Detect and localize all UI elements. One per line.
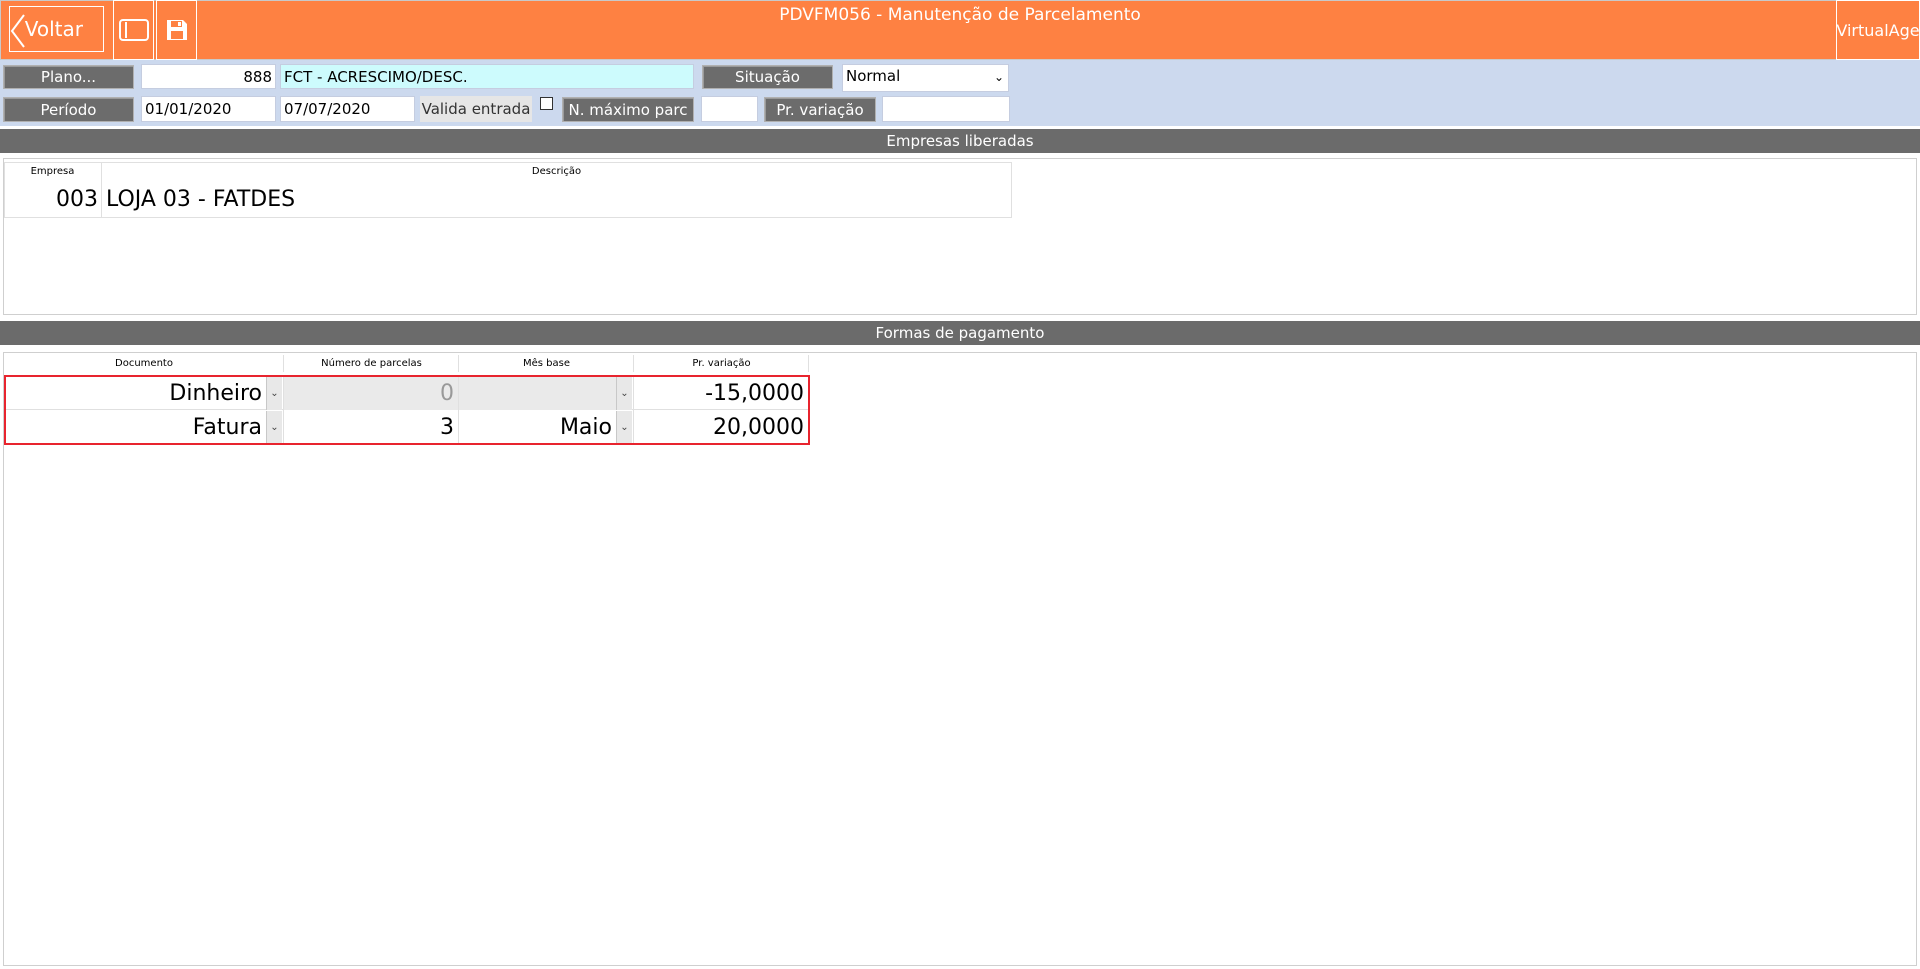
- n-maximo-field[interactable]: [701, 96, 758, 122]
- chevron-down-icon[interactable]: ⌄: [616, 411, 632, 443]
- panel-icon: [118, 19, 149, 41]
- back-button-label: Voltar: [24, 17, 83, 41]
- pr-variacao-button[interactable]: Pr. variação: [764, 97, 876, 122]
- documento-cell[interactable]: Fatura: [6, 411, 264, 443]
- parcelas-cell[interactable]: 0: [284, 377, 458, 410]
- pr-variacao-field[interactable]: [882, 96, 1010, 122]
- column-divider: [283, 355, 284, 372]
- column-divider: [458, 377, 459, 443]
- mes-base-cell[interactable]: [459, 377, 616, 410]
- plano-description-field: FCT - ACRESCIMO/DESC.: [280, 64, 694, 89]
- column-divider: [283, 377, 284, 443]
- plano-code-field[interactable]: 888: [141, 64, 276, 89]
- chevron-down-icon: ⌄: [993, 70, 1004, 84]
- documento-column-header: Documento: [115, 358, 173, 369]
- column-divider: [633, 377, 634, 443]
- column-divider: [808, 355, 809, 372]
- valida-entrada-checkbox[interactable]: [540, 97, 553, 110]
- chevron-down-icon[interactable]: ⌄: [266, 411, 282, 443]
- mes-base-cell[interactable]: Maio: [459, 411, 614, 443]
- parcelas-cell[interactable]: 3: [284, 411, 458, 443]
- documento-cell[interactable]: Dinheiro: [6, 377, 264, 410]
- situacao-value: Normal: [846, 67, 901, 85]
- plano-button[interactable]: Plano...: [3, 65, 134, 89]
- n-maximo-button[interactable]: N. máximo parc: [562, 97, 694, 122]
- column-divider: [458, 355, 459, 372]
- variacao-cell[interactable]: 20,0000: [634, 411, 806, 443]
- variacao-cell[interactable]: -15,0000: [634, 377, 806, 410]
- situacao-select[interactable]: Normal ⌄: [842, 64, 1009, 92]
- empresa-code-cell[interactable]: 003: [4, 182, 98, 216]
- periodo-end-field[interactable]: 07/07/2020: [280, 96, 415, 122]
- save-button[interactable]: [156, 0, 197, 60]
- empresas-section-header: Empresas liberadas: [0, 129, 1920, 153]
- descricao-column-header: Descrição: [531, 166, 582, 177]
- valida-entrada-label: Valida entrada: [420, 96, 532, 122]
- parcelas-column-header: Número de parcelas: [321, 358, 422, 369]
- brand-button[interactable]: VirtualAge: [1836, 0, 1920, 60]
- chevron-down-icon[interactable]: ⌄: [616, 377, 632, 410]
- empresa-column-header: Empresa: [30, 166, 75, 177]
- periodo-start-field[interactable]: 01/01/2020: [141, 96, 276, 122]
- empresa-description-cell[interactable]: LOJA 03 - FATDES: [106, 182, 1006, 216]
- save-icon: [166, 20, 187, 40]
- formas-section-header: Formas de pagamento: [0, 321, 1920, 345]
- situacao-button[interactable]: Situação: [702, 65, 833, 89]
- page-title: PDVFM056 - Manutenção de Parcelamento: [779, 5, 1141, 25]
- chevron-down-icon[interactable]: ⌄: [266, 377, 282, 410]
- panel-toggle-button[interactable]: [113, 0, 154, 60]
- chevron-left-icon: [10, 14, 25, 48]
- column-divider: [633, 355, 634, 372]
- mes-base-column-header: Mês base: [522, 358, 570, 369]
- variacao-column-header: Pr. variação: [692, 358, 751, 369]
- periodo-button[interactable]: Período: [3, 97, 134, 122]
- column-divider: [101, 162, 102, 218]
- back-button[interactable]: Voltar: [9, 6, 104, 52]
